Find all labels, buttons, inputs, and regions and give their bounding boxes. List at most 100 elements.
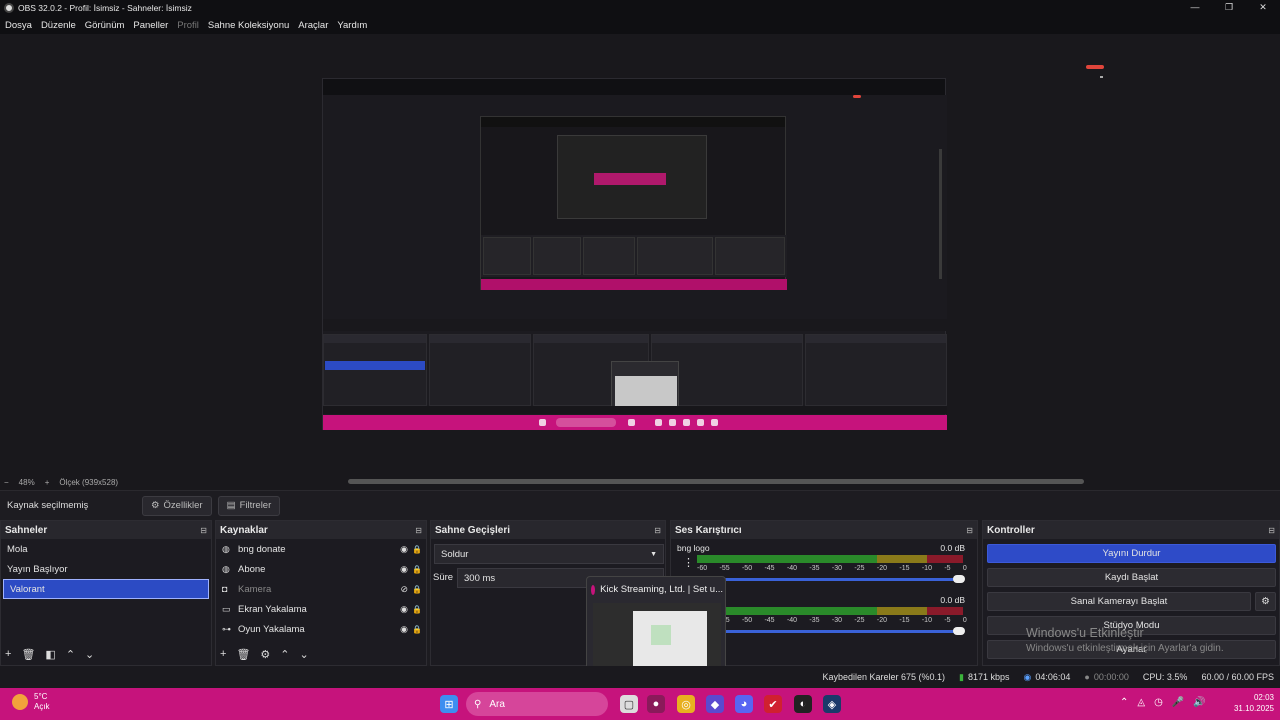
stop-streaming-button[interactable]: Yayını Durdur [987,544,1276,563]
volume-slider-knob[interactable] [953,575,965,583]
steam-icon[interactable]: ◈ [823,695,841,713]
source-item-ekran-yakalama[interactable]: ▭ Ekran Yakalama ◉ 🔒 [216,599,426,619]
weather-widget[interactable]: 5°C Açık [12,692,50,712]
transition-select[interactable]: Soldur ▼ [434,544,664,564]
preview-red-mark [1086,65,1104,69]
source-item-oyun-yakalama[interactable]: ⊶ Oyun Yakalama ◉ 🔒 [216,619,426,639]
scene-item-valorant[interactable]: Valorant [3,579,209,599]
weather-temp: 5°C [34,692,48,701]
scene-item-mola[interactable]: Mola [1,539,211,559]
fps: 60.00 / 60.00 FPS [1201,672,1274,682]
obs-taskbar-icon[interactable]: ● [647,695,665,713]
scene-item-yayin-basliyor[interactable]: Yayın Başlıyor [1,559,211,579]
volume-icon[interactable]: 🔊 [1193,697,1205,708]
eye-icon[interactable]: ◉ [400,624,408,635]
move-up-icon[interactable]: ⌃ [280,648,289,661]
inner-panel [483,237,531,275]
duration-value: 300 ms [464,572,496,584]
menu-bar: Dosya Düzenle Görünüm Paneller Profil Sa… [0,16,1280,34]
properties-button[interactable]: ⚙ Özellikler [142,495,212,516]
add-scene-icon[interactable]: + [5,648,11,660]
taskbar-preview-popup[interactable]: Kick Streaming, Ltd. | Set u... [586,576,726,676]
remove-source-icon[interactable]: 🗑 [236,648,250,661]
meter-tick-label: -15 [899,565,910,572]
volume-slider-knob[interactable] [953,627,965,635]
app-icon[interactable]: ◆ [706,695,724,713]
panel-menu-icon[interactable]: ⊟ [966,526,973,535]
zoom-out-button[interactable]: − [4,478,9,487]
panel-menu-icon[interactable]: ⊟ [1268,526,1275,535]
no-source-label: Kaynak seçilmemiş [7,500,89,511]
add-source-icon[interactable]: + [220,648,226,660]
chrome-icon[interactable]: ◎ [677,695,695,713]
eye-icon[interactable]: ◉ [400,604,408,615]
menu-sahne-koleksiyonu[interactable]: Sahne Koleksiyonu [208,20,289,31]
discord-icon[interactable]: ◕ [735,695,753,713]
volume-slider[interactable] [697,575,965,583]
channel-menu-icon[interactable]: ⋮ [683,556,694,569]
scene-filters-icon[interactable]: ◧ [45,648,55,661]
obs-icon[interactable]: ◐ [794,695,812,713]
filter-icon: ▤ [226,500,236,511]
start-virtual-camera-button[interactable]: Sanal Kamerayı Başlat [987,592,1251,611]
windows-start-icon[interactable]: ⊞ [440,695,458,713]
microphone-icon[interactable]: 🎤 [1172,697,1184,708]
lock-icon[interactable]: 🔒 [412,605,422,614]
network-icon[interactable]: ◬ [1137,697,1145,708]
lock-icon[interactable]: 🔒 [412,565,422,574]
maximize-icon[interactable]: ❐ [1212,0,1246,16]
panel-menu-icon[interactable]: ⊟ [415,526,422,535]
obs-logo-icon [4,3,14,13]
eye-hidden-icon[interactable]: ⊘ [400,584,408,595]
clock-date: 31.10.2025 [1233,704,1274,713]
panel-menu-icon[interactable]: ⊟ [654,526,661,535]
task-view-icon[interactable]: ▢ [620,695,638,713]
preview-horizontal-scrollbar[interactable] [348,479,1084,484]
chevron-up-icon[interactable]: ⌃ [1120,697,1128,708]
menu-gorunum[interactable]: Görünüm [85,20,125,31]
filters-button[interactable]: ▤ Filtreler [217,495,281,516]
taskbar-search[interactable]: ⚲ Ara [466,692,608,716]
move-down-icon[interactable]: ⌄ [300,648,309,661]
nested-panel-header [324,335,426,343]
camera-icon: ◘ [222,584,228,594]
clock[interactable]: 02:03 31.10.2025 [1234,692,1274,714]
remove-scene-icon[interactable]: 🗑 [21,648,35,661]
kick-icon [591,584,596,595]
preview-canvas[interactable] [0,34,1280,474]
virtual-camera-settings-button[interactable]: ⚙ [1255,592,1276,611]
popup-thumbnail[interactable] [593,603,721,673]
menu-profil[interactable]: Profil [177,20,199,31]
source-settings-icon[interactable]: ⚙ [260,648,270,661]
tray-icon[interactable]: ◷ [1154,697,1163,708]
source-item-kamera[interactable]: ◘ Kamera ⊘ 🔒 [216,579,426,599]
meter-tick-label: -5 [944,565,951,572]
lock-icon[interactable]: 🔒 [412,625,422,634]
menu-paneller[interactable]: Paneller [133,20,168,31]
menu-dosya[interactable]: Dosya [5,20,32,31]
zoom-in-button[interactable]: + [45,478,50,487]
start-recording-button[interactable]: Kaydı Başlat [987,568,1276,587]
source-item-bng-donate[interactable]: ◍ bng donate ◉ 🔒 [216,539,426,559]
move-up-icon[interactable]: ⌃ [66,648,75,661]
meter-tick-label: -30 [831,617,843,624]
volume-slider[interactable] [697,627,965,635]
lock-icon[interactable]: 🔒 [412,585,422,594]
eye-icon[interactable]: ◉ [400,564,408,575]
lock-icon[interactable]: 🔒 [412,545,422,554]
menu-duzenle[interactable]: Düzenle [41,20,76,31]
nested-selected-scene [325,361,425,370]
close-icon[interactable]: ✕ [1246,0,1280,16]
menu-yardim[interactable]: Yardım [337,20,367,31]
panel-menu-icon[interactable]: ⊟ [200,526,207,535]
app-red-icon[interactable]: ✔ [764,695,782,713]
title-bar: OBS 32.0.2 - Profil: İsimsiz - Sahneler:… [0,0,1280,16]
source-item-abone[interactable]: ◍ Abone ◉ 🔒 [216,559,426,579]
source-label: Kamera [238,583,272,595]
eye-icon[interactable]: ◉ [400,544,408,555]
gear-icon: ⚙ [151,500,160,511]
move-down-icon[interactable]: ⌄ [85,648,94,661]
menu-araclar[interactable]: Araçlar [298,20,328,31]
minimize-icon[interactable]: — [1178,0,1212,16]
nested-search [556,418,616,427]
